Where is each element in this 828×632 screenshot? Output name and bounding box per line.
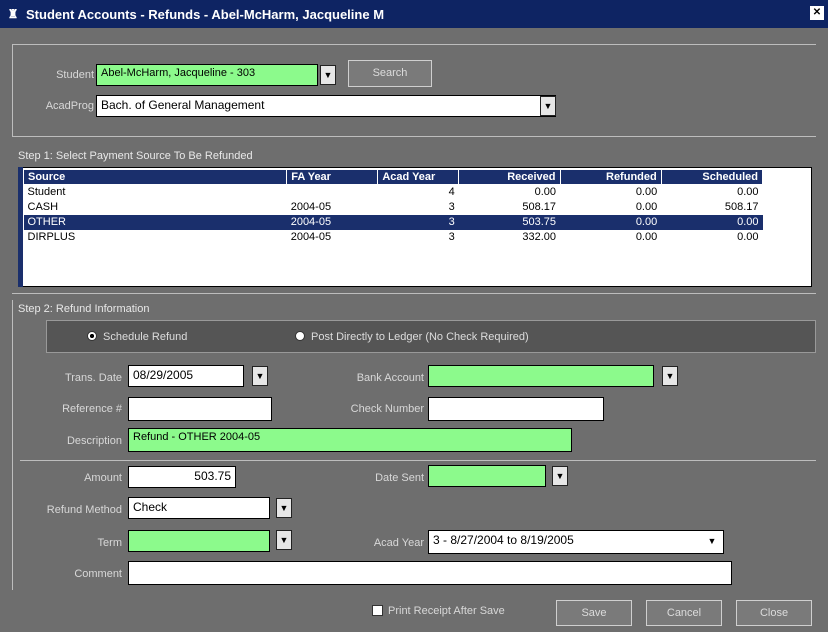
schedule-refund-radio[interactable]: Schedule Refund [87, 331, 187, 343]
save-button[interactable]: Save [556, 600, 632, 626]
col-received[interactable]: Received [458, 169, 561, 185]
search-button[interactable]: Search [348, 60, 432, 87]
table-header-row: Source FA Year Acad Year Received Refund… [22, 169, 764, 185]
cell-refunded: 0.00 [635, 201, 658, 213]
cell-source: OTHER [23, 214, 287, 230]
acad-year-label: Acad Year [373, 537, 424, 549]
cell-fa-year [287, 185, 378, 200]
app-icon: ♜ [7, 7, 19, 21]
refund-method-dropdown[interactable]: ▼ [276, 498, 292, 518]
frame-line [12, 293, 816, 294]
cell-received: 332.00 [522, 231, 557, 243]
print-receipt-checkbox[interactable] [372, 605, 383, 616]
cell-scheduled: 0.00 [737, 186, 759, 199]
schedule-refund-label: Schedule Refund [103, 331, 188, 343]
cell-scheduled: 508.17 [724, 201, 759, 213]
cell-source: Student [27, 186, 66, 199]
col-fa-year[interactable]: FA Year [286, 169, 379, 185]
student-dropdown[interactable]: ▼ [320, 65, 336, 85]
payment-source-table: Source FA Year Acad Year Received Refund… [22, 169, 764, 245]
trans-date-label: Trans. Date [64, 372, 122, 384]
post-ledger-radio[interactable]: Post Directly to Ledger (No Check Requir… [295, 331, 529, 343]
cell-acad-year: 3 [377, 214, 459, 230]
print-receipt-label: Print Receipt After Save [388, 605, 505, 617]
title-bar: ♜ Student Accounts - Refunds - Abel-McHa… [0, 0, 828, 28]
table-row[interactable]: CASH 2004-05 3 508.17 0.00 508.17 [24, 200, 763, 215]
refunds-window: ♜ Student Accounts - Refunds - Abel-McHa… [0, 0, 828, 632]
cell-acad-year: 3 [448, 231, 455, 243]
close-icon[interactable]: ✕ [810, 6, 824, 20]
table-row[interactable]: DIRPLUS 2004-05 3 332.00 0.00 0.00 [24, 230, 763, 245]
window-title: Student Accounts - Refunds - Abel-McHarm… [26, 6, 385, 22]
cell-scheduled: 0.00 [661, 214, 763, 230]
trans-date-dropdown[interactable]: ▼ [252, 366, 268, 386]
date-sent-label: Date Sent [375, 472, 424, 484]
col-source[interactable]: Source [22, 169, 288, 185]
comment-label: Comment [74, 568, 122, 580]
amount-field[interactable]: 503.75 [128, 466, 236, 488]
cancel-button[interactable]: Cancel [646, 600, 722, 626]
cell-received: 0.00 [534, 186, 557, 199]
student-field[interactable]: Abel-McHarm, Jacqueline - 303 [96, 64, 318, 86]
col-refunded[interactable]: Refunded [559, 169, 662, 185]
refund-method-field[interactable]: Check [128, 497, 270, 519]
bank-account-field[interactable] [428, 365, 654, 387]
post-ledger-label: Post Directly to Ledger (No Check Requir… [311, 331, 529, 343]
cell-fa-year: 2004-05 [290, 201, 332, 213]
cell-received: 503.75 [458, 214, 561, 230]
refund-type-group: Schedule Refund Post Directly to Ledger … [46, 320, 816, 353]
reference-field[interactable] [128, 397, 272, 421]
cell-fa-year: 2004-05 [286, 214, 378, 230]
amount-label: Amount [84, 472, 122, 484]
radio-unselected-icon [295, 331, 305, 341]
bank-account-dropdown[interactable]: ▼ [662, 366, 678, 386]
table-row[interactable]: Student 4 0.00 0.00 0.00 [24, 185, 763, 200]
program-label: AcadProg [45, 100, 94, 112]
term-dropdown[interactable]: ▼ [276, 530, 292, 550]
refund-method-label: Refund Method [46, 504, 122, 516]
date-sent-field[interactable] [428, 465, 546, 487]
description-field[interactable]: Refund - OTHER 2004-05 [128, 428, 572, 452]
cell-acad-year: 3 [448, 201, 455, 213]
trans-date-field[interactable]: 08/29/2005 [128, 365, 244, 387]
term-field[interactable] [128, 530, 270, 552]
cell-scheduled: 0.00 [737, 231, 759, 243]
table-row-selected[interactable]: OTHER 2004-05 3 503.75 0.00 0.00 [23, 214, 763, 230]
cell-refunded: 0.00 [635, 186, 658, 199]
cell-received: 508.17 [522, 201, 557, 213]
close-button[interactable]: Close [736, 600, 812, 626]
check-number-label: Check Number [350, 403, 424, 415]
cell-refunded: 0.00 [635, 231, 658, 243]
col-scheduled[interactable]: Scheduled [660, 169, 764, 185]
student-label: Student [56, 69, 94, 81]
term-label: Term [97, 537, 122, 549]
date-sent-dropdown[interactable]: ▼ [552, 466, 568, 486]
cell-source: CASH [27, 201, 59, 213]
step1-title: Step 1: Select Payment Source To Be Refu… [18, 150, 253, 162]
step2-title: Step 2: Refund Information [18, 303, 150, 315]
frame-line [12, 136, 816, 137]
reference-label: Reference # [62, 403, 122, 415]
frame-line [12, 44, 13, 136]
frame-line [12, 300, 13, 590]
cell-fa-year: 2004-05 [290, 231, 332, 243]
acad-year-field[interactable]: 3 - 8/27/2004 to 8/19/2005 [428, 530, 724, 554]
description-label: Description [66, 435, 122, 447]
check-number-field[interactable] [428, 397, 604, 421]
bank-account-label: Bank Account [356, 372, 424, 384]
cell-acad-year: 4 [448, 186, 455, 199]
radio-selected-icon [87, 331, 97, 341]
divider [20, 460, 816, 461]
cell-refunded: 0.00 [560, 214, 662, 230]
acad-year-dropdown[interactable]: ▼ [704, 532, 720, 552]
program-field[interactable]: Bach. of General Management [96, 95, 556, 117]
cell-source: DIRPLUS [27, 231, 76, 243]
frame-line [12, 44, 816, 45]
program-dropdown[interactable]: ▼ [540, 96, 556, 116]
comment-field[interactable] [128, 561, 732, 585]
col-acad-year[interactable]: Acad Year [377, 169, 460, 185]
